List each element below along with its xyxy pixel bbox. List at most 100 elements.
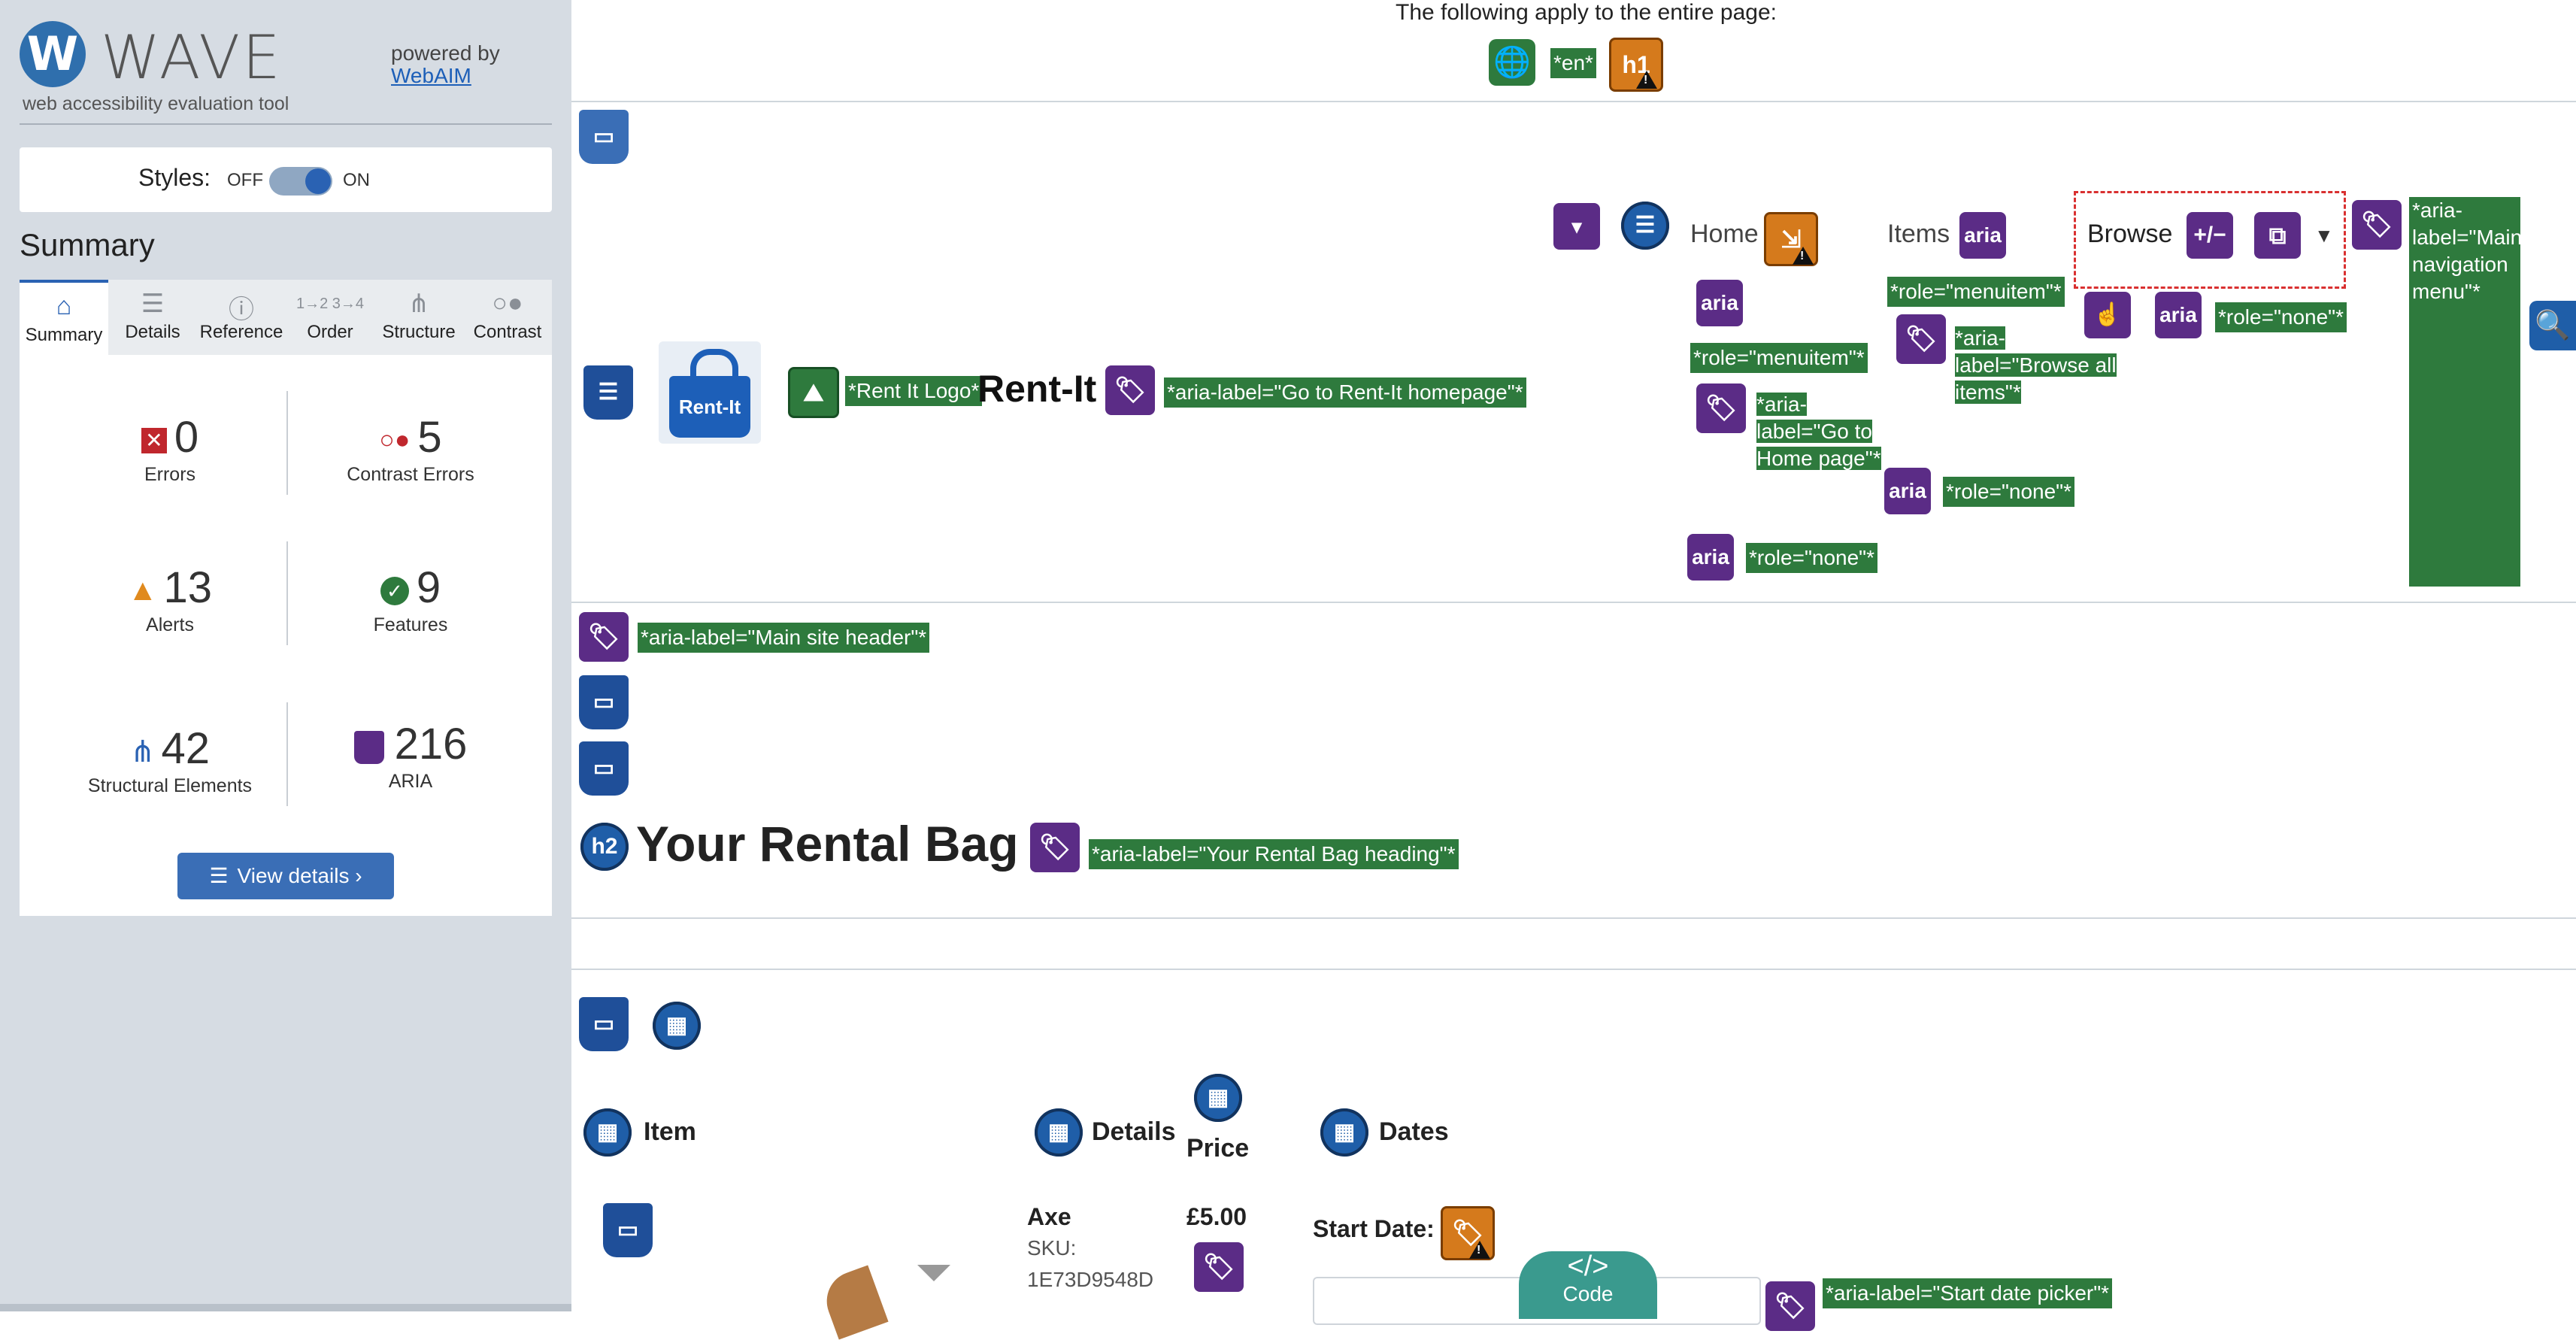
- css-region-icon[interactable]: ☰: [583, 365, 633, 420]
- table-header-icon[interactable]: ▦: [1035, 1108, 1083, 1157]
- h2-icon[interactable]: h2: [580, 823, 629, 871]
- aria-icon[interactable]: aria: [1884, 468, 1931, 514]
- structural-label: Structural Elements: [87, 775, 253, 796]
- wave-tagline: web accessibility evaluation tool: [23, 93, 289, 114]
- view-details-button[interactable]: ☰ View details ›: [177, 853, 394, 899]
- styles-on-label: ON: [343, 170, 370, 190]
- col-dates: Dates: [1379, 1117, 1449, 1146]
- table-header-icon[interactable]: ▦: [1320, 1108, 1368, 1157]
- search-icon[interactable]: 🔍: [2529, 301, 2576, 350]
- aria-label-icon[interactable]: 🏷: [1194, 1242, 1244, 1292]
- aria-label-icon[interactable]: 🏷: [579, 612, 629, 662]
- aria-icon[interactable]: aria: [1696, 280, 1743, 326]
- stat-aria[interactable]: 216 ARIA: [298, 719, 523, 793]
- tab-details[interactable]: ☰ Details: [108, 280, 197, 355]
- errors-count: 0: [174, 413, 199, 462]
- aria-label-icon[interactable]: 🏷: [1105, 365, 1155, 415]
- house-icon: ⌂: [56, 292, 72, 320]
- list-icon: ☰: [141, 290, 165, 318]
- webaim-link[interactable]: WebAIM: [391, 64, 471, 87]
- divider: [571, 917, 2576, 919]
- tab-contrast[interactable]: ○● Contrast: [463, 280, 552, 355]
- col-details: Details: [1092, 1117, 1176, 1146]
- nav-items[interactable]: Items: [1887, 220, 1950, 249]
- stat-features[interactable]: ✓ 9 Features: [298, 562, 523, 636]
- form-region-icon[interactable]: ▭: [579, 997, 629, 1051]
- aria-expanded-icon[interactable]: +/−: [2187, 212, 2233, 259]
- aria-popup-icon[interactable]: ⧉: [2254, 212, 2301, 259]
- stat-divider: [286, 541, 288, 645]
- aria-tabindex-icon[interactable]: ☝: [2084, 292, 2131, 338]
- role-menuitem-label: *role="menuitem"*: [1887, 277, 2065, 307]
- table-header-icon[interactable]: ▦: [1194, 1074, 1242, 1122]
- code-toggle-button[interactable]: </> Code: [1519, 1251, 1657, 1319]
- table-icon[interactable]: ▦: [653, 1002, 701, 1050]
- aria-label-icon[interactable]: 🏷: [1765, 1281, 1815, 1331]
- aria-icon: [353, 730, 384, 764]
- stat-divider: [286, 391, 288, 495]
- tab-label: Summary: [25, 325, 103, 345]
- aria-heading-label: *aria-label="Your Rental Bag heading"*: [1089, 839, 1459, 869]
- rent-it-logo[interactable]: Rent-It: [659, 341, 761, 444]
- role-none-label: *role="none"*: [1943, 477, 2075, 507]
- aria-label: ARIA: [388, 771, 433, 792]
- aria-menu-icon[interactable]: ▾: [1553, 203, 1600, 250]
- aria-go-home-label: *aria-label="Go to Home page"*: [1756, 393, 1881, 470]
- item-price: £5.00: [1186, 1203, 1247, 1230]
- aria-icon[interactable]: aria: [1687, 534, 1734, 581]
- wave-tabs: ⌂ Summary ☰ Details ⓘ Reference 1→2 3→4 …: [20, 280, 552, 358]
- sku-value: 1E73D9548D: [1027, 1268, 1154, 1291]
- styles-off-label: OFF: [227, 170, 263, 190]
- styles-toggle[interactable]: [269, 167, 332, 196]
- tab-reference[interactable]: ⓘ Reference: [197, 280, 286, 355]
- summary-title: Summary: [20, 227, 155, 262]
- language-icon[interactable]: 🌐: [1489, 39, 1535, 86]
- contrast-count: 5: [417, 413, 442, 462]
- alerts-label: Alerts: [146, 614, 194, 635]
- page-heading: Your Rental Bag: [636, 816, 1019, 872]
- aria-text: aria: [2159, 303, 2197, 326]
- warning-icon: [1793, 247, 1814, 265]
- region-icon[interactable]: ▭: [603, 1203, 653, 1257]
- warning-icon: [1469, 1241, 1490, 1259]
- features-count: 9: [416, 563, 441, 612]
- aria-icon[interactable]: aria: [1959, 212, 2006, 259]
- aria-label-icon[interactable]: 🏷: [1030, 823, 1080, 872]
- site-name[interactable]: Rent-It: [977, 367, 1096, 411]
- tab-structure[interactable]: ⋔ Structure: [374, 280, 463, 355]
- tab-summary[interactable]: ⌂ Summary: [20, 280, 108, 358]
- go-home-wrap: *aria-label="Go to Home page"*: [1690, 390, 1887, 474]
- table-header-icon[interactable]: ▦: [583, 1108, 632, 1157]
- stat-alerts[interactable]: ▲ 13 Alerts: [57, 562, 283, 636]
- tab-label: Contrast: [473, 322, 542, 342]
- nav-home[interactable]: Home: [1690, 220, 1759, 249]
- info-icon: ⓘ: [229, 296, 254, 324]
- tab-order[interactable]: 1→2 3→4 Order: [286, 280, 374, 355]
- main-region-icon[interactable]: ▭: [579, 675, 629, 729]
- tab-label: Order: [307, 322, 353, 342]
- region-icon[interactable]: ▭: [579, 741, 629, 796]
- divider: [571, 101, 2576, 102]
- structure-icon: ⋔: [129, 735, 156, 769]
- image-alt-icon[interactable]: ⛰: [788, 367, 839, 418]
- aria-start-picker-label: *aria-label="Start date picker"*: [1823, 1278, 2113, 1308]
- list-icon: ☰: [209, 864, 229, 887]
- stat-errors[interactable]: ✕ 0 Errors: [57, 412, 283, 486]
- features-label: Features: [373, 614, 448, 635]
- item-name: Axe: [1027, 1203, 1071, 1230]
- contrast-label: Contrast Errors: [347, 464, 474, 485]
- contrast-icon: ○●: [492, 289, 523, 317]
- aria-icon[interactable]: aria: [2155, 292, 2202, 338]
- aria-label-icon[interactable]: 🏷: [2352, 200, 2402, 250]
- powered-by-text: powered by: [391, 41, 500, 65]
- styles-toggle-panel: Styles: OFF ON: [20, 147, 552, 212]
- wave-sidebar: W WAVE web accessibility evaluation tool…: [0, 0, 571, 1311]
- stat-structural[interactable]: ⋔ 42 Structural Elements: [57, 723, 283, 797]
- header-region-icon[interactable]: ▭: [579, 110, 629, 164]
- col-item: Item: [644, 1117, 696, 1146]
- list-structure-icon[interactable]: ☰: [1621, 202, 1669, 250]
- nav-browse[interactable]: Browse: [2087, 220, 2172, 249]
- chevron-down-icon[interactable]: ▼: [2314, 224, 2334, 247]
- stat-contrast[interactable]: ○● 5 Contrast Errors: [298, 412, 523, 486]
- logo-alt-text: *Rent It Logo*: [845, 376, 983, 406]
